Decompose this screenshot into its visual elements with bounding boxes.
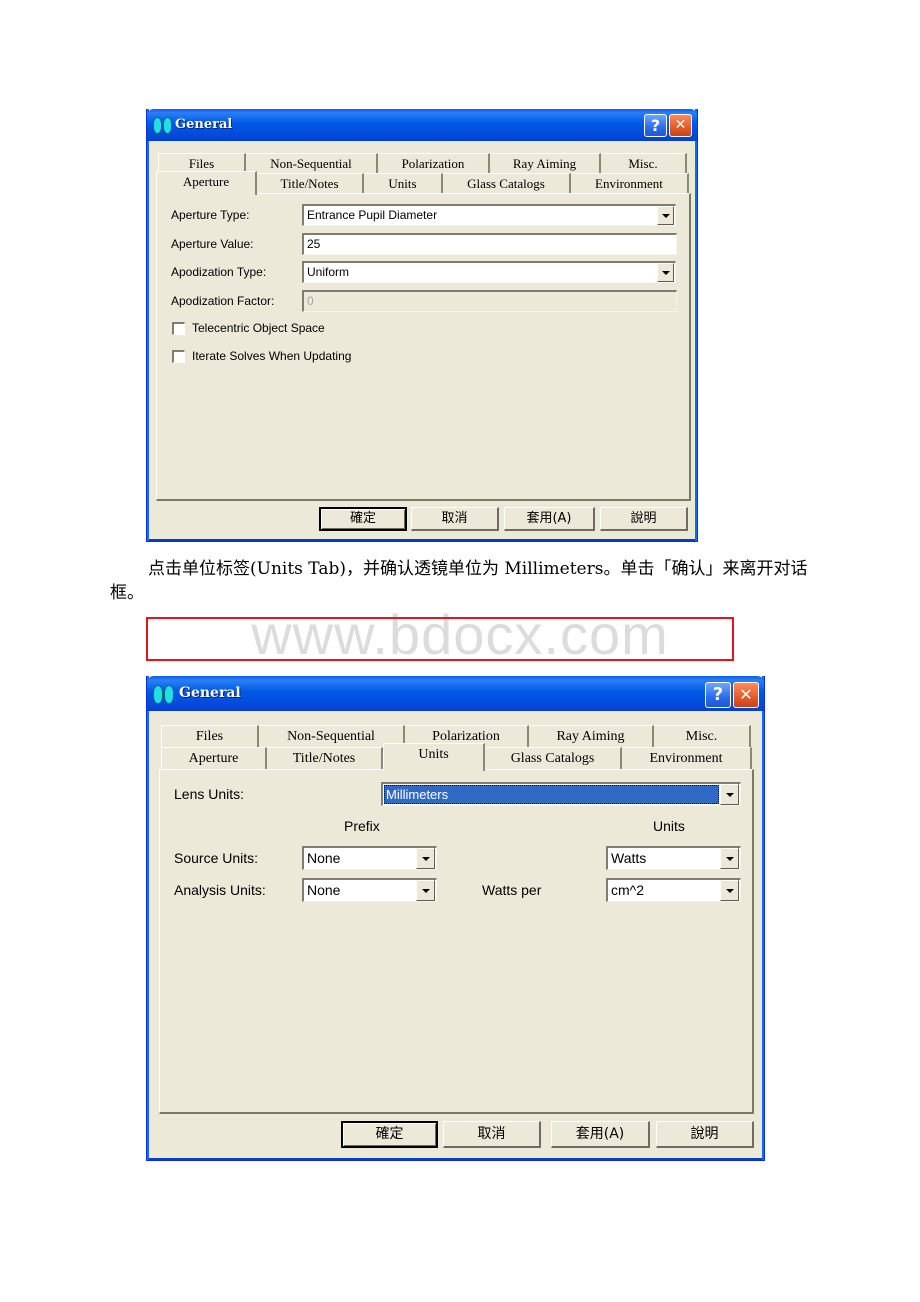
ok-button[interactable]: 確定 [341, 1121, 438, 1148]
dialog-title: General [179, 685, 241, 701]
chevron-down-icon[interactable] [657, 206, 674, 225]
units-header: Units [653, 818, 685, 834]
tab-title-notes[interactable]: Title/Notes [257, 173, 364, 193]
chevron-down-icon[interactable] [657, 263, 674, 282]
chevron-down-icon[interactable] [416, 848, 435, 869]
tab-files[interactable]: Files [161, 725, 259, 747]
app-lens-icon [153, 685, 174, 704]
source-units-select[interactable]: Watts [606, 846, 741, 870]
lens-units-select[interactable]: Millimeters [381, 782, 741, 806]
general-dialog-units: General ? ✕ Files Non-Sequential Polariz… [146, 676, 765, 1161]
chevron-down-icon[interactable] [720, 848, 739, 869]
tab-panel: Aperture Type: Entrance Pupil Diameter A… [156, 193, 691, 501]
tab-ray-aiming[interactable]: Ray Aiming [490, 153, 601, 173]
lens-units-label: Lens Units: [174, 786, 245, 802]
tab-units[interactable]: Units [383, 743, 485, 771]
iterate-solves-label[interactable]: Iterate Solves When Updating [192, 349, 351, 363]
tab-glass-catalogs[interactable]: Glass Catalogs [485, 747, 622, 769]
tab-misc[interactable]: Misc. [654, 725, 751, 747]
close-icon: ✕ [739, 685, 753, 704]
tab-aperture[interactable]: Aperture [156, 171, 257, 195]
apodization-type-select[interactable]: Uniform [302, 261, 676, 283]
app-lens-icon [153, 117, 172, 134]
apply-button[interactable]: 套用(A) [504, 507, 595, 531]
question-icon: ? [650, 116, 661, 135]
help-title-button[interactable]: ? [644, 114, 667, 137]
apodization-type-label: Apodization Type: [171, 265, 267, 279]
analysis-units-select[interactable]: cm^2 [606, 878, 741, 902]
close-button[interactable]: ✕ [669, 114, 692, 137]
apply-button[interactable]: 套用(A) [551, 1121, 650, 1148]
analysis-prefix-select[interactable]: None [302, 878, 437, 902]
tab-aperture[interactable]: Aperture [161, 747, 267, 769]
tab-ray-aiming[interactable]: Ray Aiming [529, 725, 654, 747]
close-button[interactable]: ✕ [733, 682, 759, 708]
source-units-label: Source Units: [174, 850, 259, 866]
chevron-down-icon[interactable] [720, 784, 739, 805]
help-button[interactable]: 說明 [656, 1121, 754, 1148]
chevron-down-icon[interactable] [416, 880, 435, 901]
tab-misc[interactable]: Misc. [601, 153, 687, 173]
tab-non-sequential[interactable]: Non-Sequential [246, 153, 378, 173]
tab-units[interactable]: Units [364, 173, 443, 193]
cancel-button[interactable]: 取消 [443, 1121, 541, 1148]
tab-environment[interactable]: Environment [622, 747, 752, 769]
apodization-factor-label: Apodization Factor: [171, 294, 275, 308]
ok-button[interactable]: 確定 [319, 507, 407, 531]
tab-panel: Lens Units: Millimeters Prefix Units Sou… [159, 769, 754, 1114]
tab-environment[interactable]: Environment [571, 173, 689, 193]
aperture-type-label: Aperture Type: [171, 208, 250, 222]
title-bar[interactable]: General ? ✕ [147, 676, 764, 711]
tab-glass-catalogs[interactable]: Glass Catalogs [443, 173, 571, 193]
tab-polarization[interactable]: Polarization [378, 153, 490, 173]
source-prefix-select[interactable]: None [302, 846, 437, 870]
chevron-down-icon[interactable] [720, 880, 739, 901]
help-button[interactable]: 說明 [600, 507, 688, 531]
aperture-value-input[interactable]: 25 [302, 233, 677, 255]
analysis-units-label: Analysis Units: [174, 882, 266, 898]
watts-per-label: Watts per [482, 882, 542, 898]
prefix-header: Prefix [344, 818, 380, 834]
instruction-paragraph: 点击单位标签(Units Tab)，并确认透镜单位为 Millimeters。单… [110, 559, 808, 603]
close-icon: ✕ [674, 117, 687, 133]
dialog-title: General [175, 117, 233, 132]
tab-title-notes[interactable]: Title/Notes [267, 747, 383, 769]
help-title-button[interactable]: ? [705, 682, 731, 708]
question-icon: ? [712, 684, 724, 705]
apodization-factor-input: 0 [302, 290, 677, 312]
title-bar[interactable]: General ? ✕ [147, 109, 697, 141]
aperture-value-label: Aperture Value: [171, 237, 254, 251]
general-dialog-aperture: General ? ✕ Files Non-Sequential Polariz… [146, 109, 698, 542]
telecentric-checkbox[interactable] [172, 322, 185, 335]
cancel-button[interactable]: 取消 [411, 507, 499, 531]
telecentric-label[interactable]: Telecentric Object Space [192, 321, 325, 335]
iterate-solves-checkbox[interactable] [172, 350, 185, 363]
tab-files[interactable]: Files [158, 153, 246, 173]
aperture-type-select[interactable]: Entrance Pupil Diameter [302, 204, 676, 226]
watermark-frame [146, 617, 734, 661]
